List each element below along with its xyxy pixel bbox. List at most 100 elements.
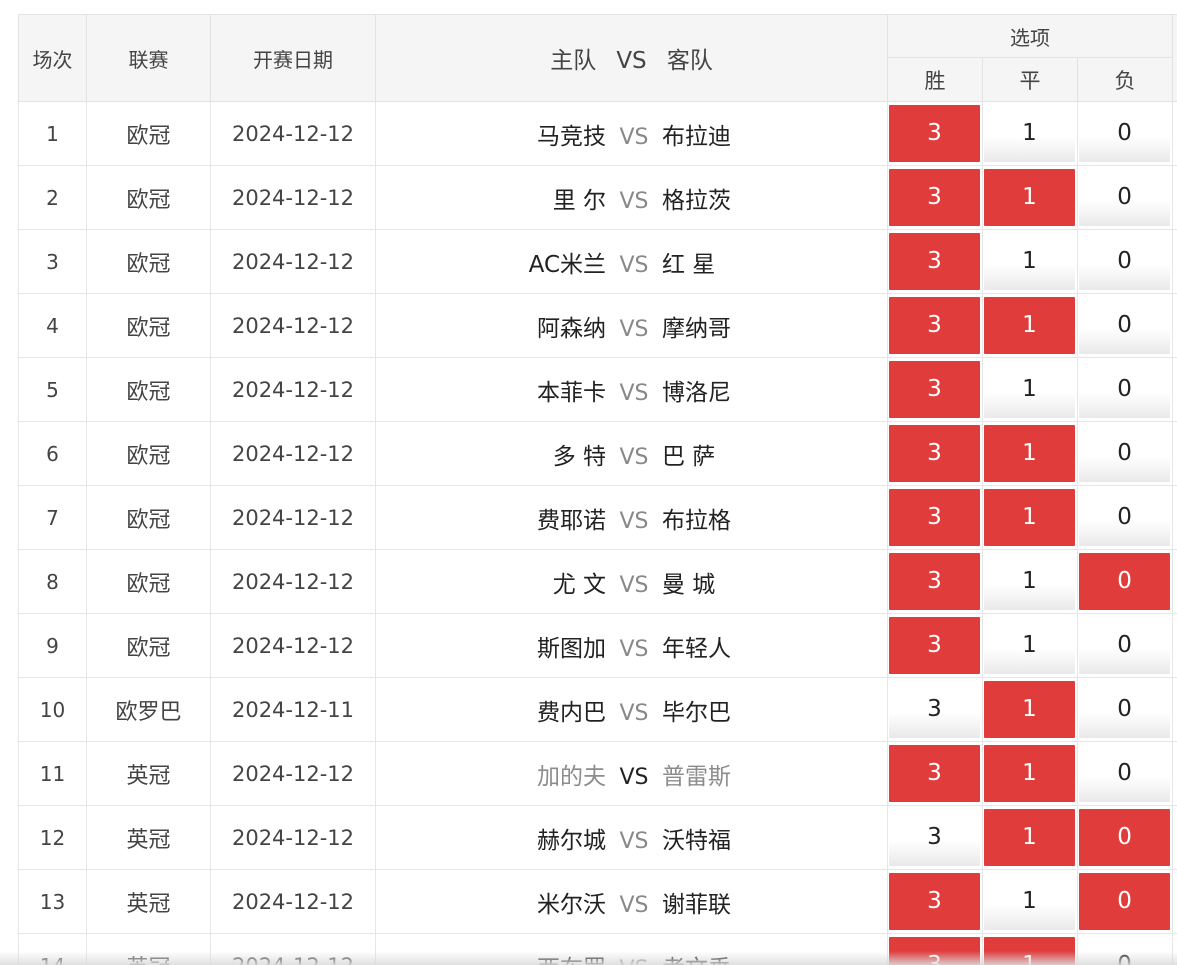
option-cell: 0 xyxy=(1076,229,1174,294)
away-team: 红 星 xyxy=(662,251,716,278)
match-date: 2024-12-12 xyxy=(210,421,376,486)
option-win-button[interactable]: 3 xyxy=(889,168,980,226)
option-cell: 3 xyxy=(887,677,983,742)
option-loss-button[interactable]: 0 xyxy=(1079,808,1171,866)
match-date: 2024-12-12 xyxy=(210,101,376,166)
option-draw-button[interactable]: 1 xyxy=(984,296,1075,354)
row-extra xyxy=(1172,101,1177,166)
match-number: 9 xyxy=(18,613,87,678)
option-win-button[interactable]: 3 xyxy=(889,360,980,418)
option-win-button[interactable]: 3 xyxy=(889,808,980,866)
option-loss-button[interactable]: 0 xyxy=(1079,168,1171,226)
option-win-button[interactable]: 3 xyxy=(889,616,980,674)
option-cell: 1 xyxy=(982,421,1078,486)
header-loss: 负 xyxy=(1076,57,1174,102)
option-draw-button[interactable]: 1 xyxy=(984,552,1075,610)
home-team: 费耶诺 xyxy=(537,507,606,534)
table-row: 2 欧冠 2024-12-12 里 尔 VS 格拉茨 3 1 0 xyxy=(18,165,1177,230)
table-row: 4 欧冠 2024-12-12 阿森纳 VS 摩纳哥 3 1 0 xyxy=(18,293,1177,358)
match-teams: 本菲卡 VS 博洛尼 xyxy=(375,357,888,422)
home-team: 马竞技 xyxy=(537,123,606,150)
home-team: 多 特 xyxy=(552,443,606,470)
vs-label: VS xyxy=(619,444,649,470)
option-loss-button[interactable]: 0 xyxy=(1079,488,1171,546)
home-team: 米尔沃 xyxy=(537,891,606,918)
option-cell: 3 xyxy=(887,293,983,358)
match-number: 5 xyxy=(18,357,87,422)
match-table-container: 场次 联赛 开赛日期 主队 VS 客队 选项 胜 平 负 1 欧冠 2024-12-… xyxy=(18,14,1177,965)
option-draw-button[interactable]: 1 xyxy=(984,104,1075,162)
option-win-button[interactable]: 3 xyxy=(889,488,980,546)
option-loss-button[interactable]: 0 xyxy=(1079,616,1171,674)
option-cell: 0 xyxy=(1076,805,1174,870)
option-draw-button[interactable]: 1 xyxy=(984,744,1075,802)
option-draw-button[interactable]: 1 xyxy=(984,680,1075,738)
match-teams: 米尔沃 VS 谢菲联 xyxy=(375,869,888,934)
option-cell: 1 xyxy=(982,677,1078,742)
table-body: 1 欧冠 2024-12-12 马竞技 VS 布拉迪 3 1 0 2 欧冠 2024-12-12 里 尔… xyxy=(18,101,1177,965)
option-loss-button[interactable]: 0 xyxy=(1079,680,1171,738)
away-team: 沃特福 xyxy=(662,827,731,854)
away-team: 谢菲联 xyxy=(662,891,731,918)
match-teams: 加的夫 VS 普雷斯 xyxy=(375,741,888,806)
match-teams: 赫尔城 VS 沃特福 xyxy=(375,805,888,870)
option-cell: 0 xyxy=(1076,293,1174,358)
option-draw-button[interactable]: 1 xyxy=(984,424,1075,482)
home-team: 斯图加 xyxy=(537,635,606,662)
away-team: 布拉格 xyxy=(662,507,731,534)
option-draw-button[interactable]: 1 xyxy=(984,232,1075,290)
option-draw-button[interactable]: 1 xyxy=(984,168,1075,226)
option-win-button[interactable]: 3 xyxy=(889,296,980,354)
option-loss-button[interactable]: 0 xyxy=(1079,872,1171,930)
table-row: 3 欧冠 2024-12-12 AC米兰 VS 红 星310 xyxy=(18,229,1177,294)
match-date: 2024-12-11 xyxy=(210,677,376,742)
option-win-button[interactable]: 3 xyxy=(889,424,980,482)
table-row: 10 欧罗巴 2024-12-11 费内巴 VS 毕尔巴 3 1 0 xyxy=(18,677,1177,742)
match-teams: 费内巴 VS 毕尔巴 xyxy=(375,677,888,742)
home-team: 赫尔城 xyxy=(537,827,606,854)
option-cell: 3 xyxy=(887,229,983,294)
option-loss-button[interactable]: 0 xyxy=(1079,744,1171,802)
option-win-button[interactable]: 3 xyxy=(889,232,980,290)
option-loss-button[interactable]: 0 xyxy=(1079,360,1171,418)
option-cell: 1 xyxy=(982,293,1078,358)
option-cell: 3 xyxy=(887,101,983,166)
option-win-button[interactable]: 3 xyxy=(889,680,980,738)
away-team: 布拉迪 xyxy=(662,123,731,150)
option-loss-button[interactable]: 0 xyxy=(1079,552,1171,610)
option-draw-button[interactable]: 1 xyxy=(984,808,1075,866)
match-date: 2024-12-12 xyxy=(210,805,376,870)
away-team: 普雷斯 xyxy=(662,763,731,790)
option-win-button[interactable]: 3 xyxy=(889,552,980,610)
option-win-button[interactable]: 3 xyxy=(889,872,980,930)
option-cell: 1 xyxy=(982,357,1078,422)
option-cell: 3 xyxy=(887,165,983,230)
header-vs: VS xyxy=(616,48,647,74)
match-teams: 斯图加 VS 年轻人 xyxy=(375,613,888,678)
row-extra xyxy=(1172,549,1177,614)
option-draw-button[interactable]: 1 xyxy=(984,360,1075,418)
option-draw-button[interactable]: 1 xyxy=(984,488,1075,546)
table-row: 5 欧冠 2024-12-12 本菲卡 VS 博洛尼 3 1 0 xyxy=(18,357,1177,422)
option-win-button[interactable]: 3 xyxy=(889,104,980,162)
option-loss-button[interactable]: 0 xyxy=(1079,424,1171,482)
match-number: 6 xyxy=(18,421,87,486)
header-extra xyxy=(1172,14,1177,102)
option-cell: 1 xyxy=(982,613,1078,678)
option-cell: 3 xyxy=(887,741,983,806)
vs-label: VS xyxy=(619,316,649,342)
header-league: 联赛 xyxy=(86,14,211,102)
option-loss-button[interactable]: 0 xyxy=(1079,232,1171,290)
row-extra xyxy=(1172,677,1177,742)
match-date: 2024-12-12 xyxy=(210,293,376,358)
match-teams: 费耶诺 VS 布拉格 xyxy=(375,485,888,550)
league-name: 欧冠 xyxy=(86,229,211,294)
table-header: 场次 联赛 开赛日期 主队 VS 客队 选项 胜 平 负 xyxy=(18,14,1177,102)
option-loss-button[interactable]: 0 xyxy=(1079,296,1171,354)
option-loss-button[interactable]: 0 xyxy=(1079,104,1171,162)
option-win-button[interactable]: 3 xyxy=(889,744,980,802)
match-number: 4 xyxy=(18,293,87,358)
league-name: 欧罗巴 xyxy=(86,677,211,742)
option-draw-button[interactable]: 1 xyxy=(984,616,1075,674)
option-draw-button[interactable]: 1 xyxy=(984,872,1075,930)
